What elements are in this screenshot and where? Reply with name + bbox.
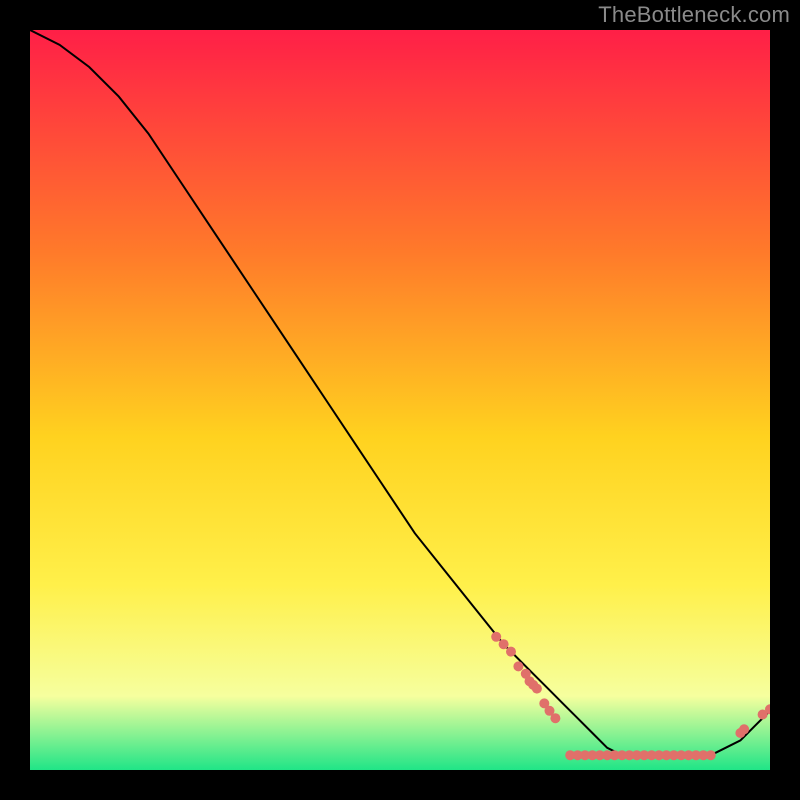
chart-svg [30,30,770,770]
watermark-text: TheBottleneck.com [598,2,790,28]
data-marker [739,724,749,734]
data-marker [499,639,509,649]
plot-area [30,30,770,770]
data-marker [513,661,523,671]
data-marker [491,632,501,642]
data-marker [550,713,560,723]
data-marker [506,647,516,657]
gradient-background [30,30,770,770]
chart-frame: TheBottleneck.com [0,0,800,800]
data-marker [706,750,716,760]
data-marker [532,684,542,694]
